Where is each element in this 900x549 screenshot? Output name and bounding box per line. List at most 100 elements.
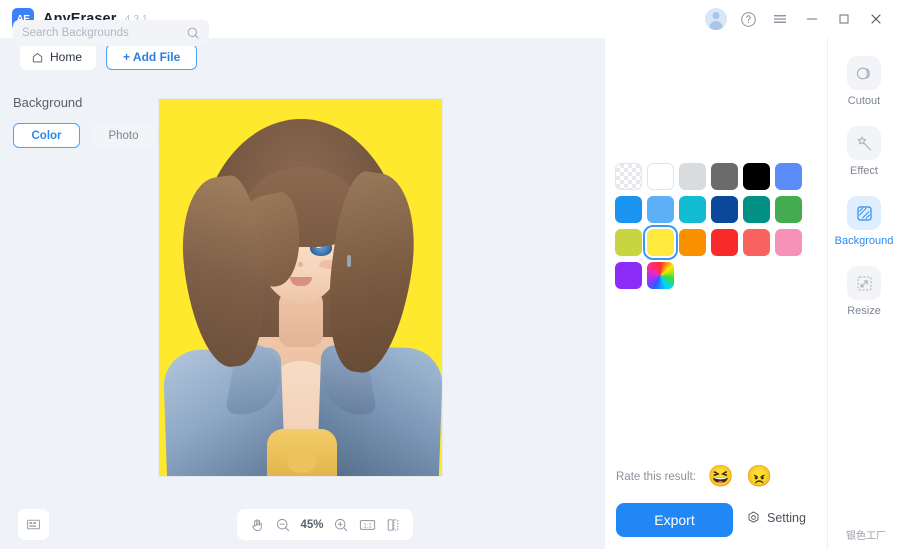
- tab-photo[interactable]: Photo: [90, 123, 157, 148]
- swatch-color-dark-gray: [711, 162, 738, 190]
- background-type-tabs: Color Photo: [13, 123, 157, 148]
- add-file-button[interactable]: + Add File: [106, 44, 198, 70]
- swatch-pink[interactable]: [773, 226, 804, 258]
- zoom-out-icon: [276, 518, 290, 531]
- swatch-cyan[interactable]: [677, 193, 708, 225]
- zoom-out-button[interactable]: [271, 513, 295, 537]
- swatch-color-cyan: [679, 195, 706, 223]
- magic-wand-icon: [847, 126, 881, 160]
- help-button[interactable]: [732, 4, 764, 34]
- tab-home[interactable]: Home: [20, 44, 97, 70]
- swatch-coral[interactable]: [741, 226, 772, 258]
- rail-item-resize[interactable]: Resize: [829, 262, 899, 321]
- close-button[interactable]: [860, 4, 892, 34]
- compare-split-icon: [387, 518, 399, 531]
- swatch-color-teal: [743, 195, 770, 223]
- swatch-yellow-green[interactable]: [613, 226, 644, 258]
- help-circle-icon: [740, 11, 756, 27]
- swatch-dark-gray[interactable]: [709, 160, 740, 192]
- rate-negative-icon[interactable]: 😠: [746, 466, 772, 487]
- swatch-white[interactable]: [645, 160, 676, 192]
- swatch-blue-violet[interactable]: [773, 160, 804, 192]
- hamburger-menu-icon: [773, 15, 787, 23]
- minimize-icon: [806, 18, 818, 20]
- swatch-color-yellow: [647, 228, 674, 256]
- setting-button[interactable]: Setting: [746, 510, 806, 525]
- swatch-navy[interactable]: [709, 193, 740, 225]
- home-icon: [32, 52, 43, 62]
- tool-rail: Cutout Effect Background Resize: [828, 38, 900, 549]
- swatch-color-orange: [679, 228, 706, 256]
- rail-label-cutout: Cutout: [847, 95, 881, 107]
- swatch-color-pink: [775, 228, 802, 256]
- search-icon[interactable]: [186, 26, 200, 40]
- swatch-orange[interactable]: [677, 226, 708, 258]
- account-avatar-icon: [705, 8, 727, 30]
- swatch-color-red: [711, 228, 738, 256]
- search-input[interactable]: [22, 27, 186, 39]
- swatch-black[interactable]: [741, 160, 772, 192]
- nose-shape: [298, 262, 303, 267]
- zoom-toolbar[interactable]: 45% 1:1: [237, 509, 413, 540]
- compare-split-button[interactable]: [381, 513, 405, 537]
- zoom-in-button[interactable]: [329, 513, 353, 537]
- svg-text:1:1: 1:1: [363, 523, 371, 529]
- gear-icon: [748, 511, 759, 523]
- artboard[interactable]: [159, 99, 442, 476]
- rail-label-resize: Resize: [847, 305, 881, 317]
- menu-button[interactable]: [764, 4, 796, 34]
- rail-label-effect: Effect: [850, 165, 878, 177]
- rate-result-row: Rate this result: 😆 😠: [616, 466, 772, 487]
- tab-home-label: Home: [50, 50, 83, 64]
- actual-size-icon: 1:1: [359, 519, 375, 530]
- yellow-knot-shape: [287, 451, 317, 473]
- earring-shape: [347, 255, 351, 267]
- maximize-button[interactable]: [828, 4, 860, 34]
- swatch-green[interactable]: [773, 193, 804, 225]
- background-section-title: Background: [13, 95, 83, 110]
- swatch-color-blue: [615, 195, 642, 223]
- app-window: AE AnyEraser 4.3.1 Home + Add File 45% 1…: [0, 0, 900, 549]
- swatch-rainbow[interactable]: [645, 259, 676, 291]
- search-backgrounds-box[interactable]: [13, 20, 209, 46]
- hand-tool-icon: [252, 518, 262, 531]
- watermark: 银色工厂: [846, 531, 886, 542]
- rail-item-cutout[interactable]: Cutout: [829, 52, 899, 111]
- swatch-color-transparent: [615, 162, 642, 190]
- rail-item-background[interactable]: Background: [829, 192, 899, 251]
- swatch-color-white: [647, 162, 674, 190]
- minimize-button[interactable]: [796, 4, 828, 34]
- swatch-transparent[interactable]: [613, 160, 644, 192]
- swatch-color-purple: [615, 261, 642, 289]
- account-button[interactable]: [700, 4, 732, 34]
- rail-item-effect[interactable]: Effect: [829, 122, 899, 181]
- cutout-circles-icon: [847, 56, 881, 90]
- rate-positive-icon[interactable]: 😆: [708, 466, 734, 487]
- hand-tool-button[interactable]: [245, 513, 269, 537]
- setting-label: Setting: [767, 510, 806, 525]
- actual-size-button[interactable]: 1:1: [355, 513, 379, 537]
- export-button[interactable]: Export: [616, 503, 733, 537]
- swatch-yellow[interactable]: [645, 226, 676, 258]
- resize-arrow-icon: [847, 266, 881, 300]
- rail-label-background: Background: [834, 235, 894, 247]
- swatch-light-gray[interactable]: [677, 160, 708, 192]
- swatch-color-navy: [711, 195, 738, 223]
- swatch-purple[interactable]: [613, 259, 644, 291]
- panel-toggle-button[interactable]: [18, 509, 49, 540]
- swatch-color-black: [743, 162, 770, 190]
- swatch-light-blue[interactable]: [645, 193, 676, 225]
- maximize-icon: [839, 14, 849, 24]
- background-square-icon: [847, 196, 881, 230]
- window-controls: [700, 4, 900, 34]
- swatch-color-green: [775, 195, 802, 223]
- swatch-blue[interactable]: [613, 193, 644, 225]
- swatch-color-blue-violet: [775, 162, 802, 190]
- zoom-level-value[interactable]: 45%: [297, 519, 327, 531]
- swatch-teal[interactable]: [741, 193, 772, 225]
- swatch-color-light-blue: [647, 195, 674, 223]
- swatch-red[interactable]: [709, 226, 740, 258]
- tab-color[interactable]: Color: [13, 123, 80, 148]
- zoom-in-icon: [334, 518, 348, 531]
- swatch-color-light-gray: [679, 162, 706, 190]
